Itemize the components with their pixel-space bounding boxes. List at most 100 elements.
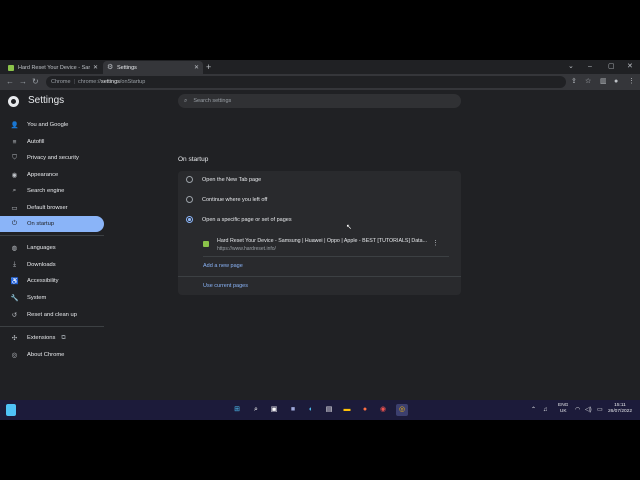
close-tab-icon[interactable]: ✕ — [93, 64, 98, 71]
radio-label: Continue where you left off — [202, 196, 268, 203]
sidebar-item-label: Autofill — [27, 139, 45, 145]
palette-icon: ◉ — [11, 172, 18, 179]
sidebar-item-privacy[interactable]: ⛉ Privacy and security — [0, 150, 104, 166]
side-panel-icon[interactable]: ▥ — [600, 77, 607, 87]
browser-toolbar: ← → ↻ Chrome | chrome:// settings /onSta… — [0, 74, 640, 90]
site-favicon-icon — [8, 64, 14, 71]
page-title: Settings — [28, 95, 65, 106]
sidebar-item-default-browser[interactable]: ▭ Default browser — [0, 200, 104, 216]
gear-icon: ⚙ — [107, 63, 114, 71]
search-icon[interactable]: ⌕ — [250, 404, 262, 416]
windows-start-icon[interactable]: ⊞ — [231, 404, 243, 416]
download-icon: ⤓ — [13, 261, 16, 268]
radio-specific-pages[interactable]: Open a specific page or set of pages — [186, 216, 292, 223]
task-view-icon[interactable]: ▣ — [268, 404, 280, 416]
power-icon: ⏻ — [11, 220, 18, 227]
startup-page-row: Hard Reset Your Device - Samsung | Huawe… — [203, 237, 449, 257]
sidebar-item-label: Default browser — [27, 205, 68, 211]
close-window-icon[interactable]: ✕ — [627, 61, 633, 73]
widgets-icon[interactable] — [6, 404, 16, 416]
sidebar-item-autofill[interactable]: ≡ Autofill — [0, 134, 104, 150]
chrome-icon[interactable]: ◎ — [396, 404, 408, 416]
tab-hardreset[interactable]: Hard Reset Your Device - Samsu... ✕ — [4, 61, 102, 74]
sidebar-item-label: Appearance — [27, 172, 59, 178]
sidebar-item-search-engine[interactable]: ⌕ Search engine — [0, 183, 104, 199]
search-placeholder: Search settings — [193, 98, 232, 104]
more-actions-icon[interactable]: ⋮ — [432, 239, 439, 247]
back-icon[interactable]: ← — [6, 76, 14, 88]
url-host: settings — [100, 79, 120, 85]
sidebar-item-label: Privacy and security — [27, 155, 79, 161]
file-explorer-icon[interactable]: ▬ — [341, 404, 353, 416]
app-icon[interactable]: ◉ — [377, 404, 389, 416]
mouse-cursor-icon: ↖ — [346, 224, 352, 231]
search-icon: ⌕ — [12, 187, 17, 194]
maximize-icon[interactable]: ▢ — [608, 61, 615, 73]
sidebar-item-languages[interactable]: ◍ Languages — [0, 240, 104, 256]
sidebar-item-downloads[interactable]: ⤓ Downloads — [0, 257, 104, 273]
use-current-pages-link[interactable]: Use current pages — [203, 283, 248, 289]
radio-label: Open a specific page or set of pages — [202, 216, 292, 223]
tab-settings[interactable]: ⚙ Settings ✕ — [103, 61, 203, 74]
battery-icon[interactable]: ▭ — [597, 404, 603, 416]
add-new-page-link[interactable]: Add a new page — [203, 263, 243, 269]
settings-page: Settings ⌕ Search settings 👤 You and Goog… — [0, 90, 640, 400]
clock[interactable]: 15:11 26/07/2022 — [608, 403, 632, 415]
tab-title: Hard Reset Your Device - Samsu... — [18, 64, 90, 71]
site-favicon-icon — [203, 241, 209, 247]
sidebar-item-label: You and Google — [27, 122, 69, 128]
person-icon: 👤 — [10, 122, 19, 129]
chrome-icon: ◎ — [11, 352, 18, 359]
speaker-icon[interactable]: ♫ — [543, 404, 548, 416]
radio-new-tab[interactable]: Open the New Tab page — [186, 176, 261, 183]
radio-button-selected[interactable] — [186, 216, 193, 223]
language-indicator[interactable]: ENG UK — [558, 403, 568, 415]
firefox-icon[interactable]: ● — [359, 404, 371, 416]
menu-icon[interactable]: ⋮ — [628, 77, 635, 87]
wrench-icon: 🔧 — [10, 295, 19, 302]
search-input[interactable]: ⌕ Search settings — [178, 94, 461, 108]
address-bar[interactable]: Chrome | chrome:// settings /onStartup — [46, 76, 566, 88]
sidebar-item-label: Downloads — [27, 262, 56, 268]
sidebar-item-about-chrome[interactable]: ◎ About Chrome — [0, 347, 104, 363]
sidebar-item-label: Search engine — [27, 188, 65, 194]
minimize-icon[interactable]: – — [588, 61, 592, 73]
sidebar-item-system[interactable]: 🔧 System — [0, 290, 104, 306]
share-icon[interactable]: ⇪ — [571, 77, 577, 87]
tab-search-icon[interactable]: ⌄ — [568, 61, 574, 73]
keyboard-layout: UK — [559, 409, 567, 414]
chrome-logo-icon — [8, 96, 19, 107]
sidebar-item-label: On startup — [27, 221, 55, 227]
radio-continue[interactable]: Continue where you left off — [186, 196, 267, 203]
sidebar-item-accessibility[interactable]: ♿ Accessibility — [0, 273, 104, 289]
bookmark-star-icon[interactable]: ☆ — [585, 77, 591, 87]
volume-icon[interactable]: ◁) — [585, 404, 592, 416]
profile-icon[interactable]: ● — [614, 77, 618, 87]
radio-button[interactable] — [186, 176, 193, 183]
sidebar-item-on-startup[interactable]: ⏻ On startup — [0, 216, 104, 232]
sidebar-item-you-and-google[interactable]: 👤 You and Google — [0, 117, 104, 133]
sidebar-item-appearance[interactable]: ◉ Appearance — [0, 167, 104, 183]
chevron-up-icon[interactable]: ⌃ — [531, 404, 536, 416]
forward-icon[interactable]: → — [19, 76, 27, 88]
edge-icon[interactable]: ◐ — [305, 404, 317, 416]
radio-button[interactable] — [186, 196, 193, 203]
chat-icon[interactable]: ■ — [287, 404, 299, 416]
close-tab-icon[interactable]: ✕ — [194, 64, 199, 71]
autofill-icon: ≡ — [12, 138, 17, 146]
tab-strip: Hard Reset Your Device - Samsu... ✕ ⚙ Se… — [0, 60, 640, 74]
sidebar-item-extensions[interactable]: ✣ Extensions ⧉ — [0, 330, 104, 346]
letterbox-bottom — [0, 420, 640, 480]
separator: | — [73, 79, 75, 85]
origin-chip: Chrome — [51, 79, 71, 85]
clock-date: 26/07/2022 — [608, 409, 633, 414]
sidebar-item-label: Extensions — [27, 335, 56, 341]
sidebar-item-label: System — [27, 295, 47, 301]
chrome-window: Hard Reset Your Device - Samsu... ✕ ⚙ Se… — [0, 60, 640, 400]
reload-icon[interactable]: ↻ — [32, 76, 39, 88]
store-icon[interactable]: ▤ — [323, 404, 335, 416]
wifi-icon[interactable]: ◠ — [575, 404, 580, 416]
sidebar-item-reset[interactable]: ↺ Reset and clean up — [0, 307, 104, 323]
new-tab-button[interactable]: + — [206, 61, 211, 73]
letterbox-top — [0, 0, 640, 60]
